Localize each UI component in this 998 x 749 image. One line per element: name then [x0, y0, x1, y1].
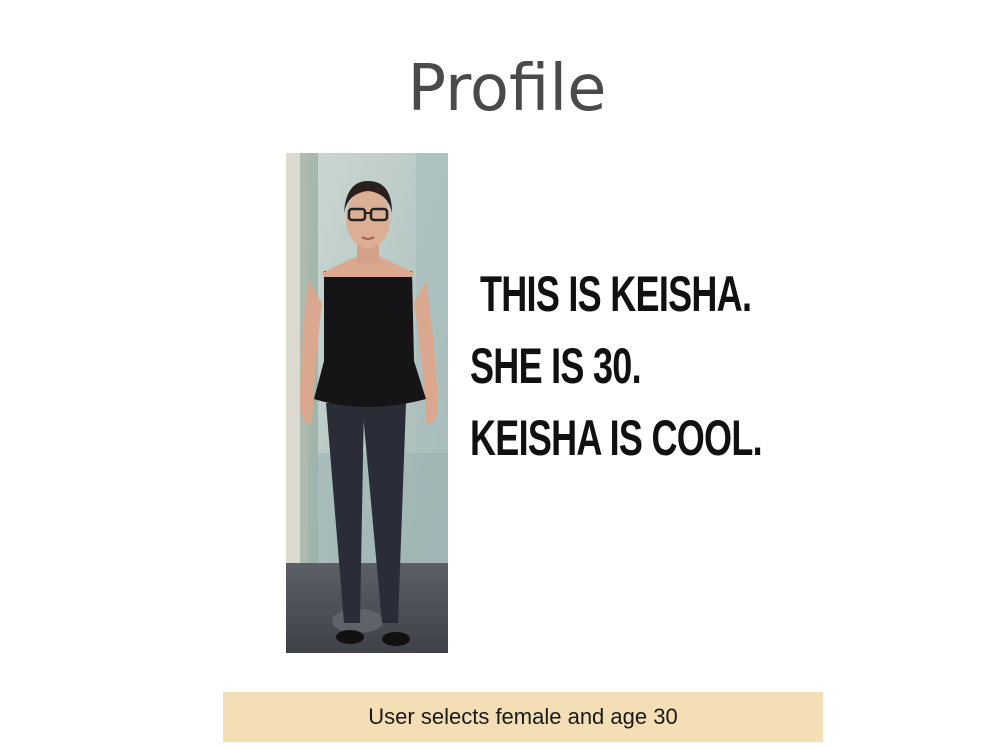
- caption-line-name: This is Keisha.: [480, 266, 752, 322]
- slide-title: Profile: [407, 52, 607, 126]
- caption-line-cool: Keisha is cool.: [470, 410, 763, 466]
- selection-note: User selects female and age 30: [223, 692, 823, 742]
- caption-line-age: She is 30.: [470, 338, 642, 394]
- profile-caption: This is Keisha. She is 30. Keisha is coo…: [470, 258, 890, 474]
- profile-photo: [286, 153, 448, 653]
